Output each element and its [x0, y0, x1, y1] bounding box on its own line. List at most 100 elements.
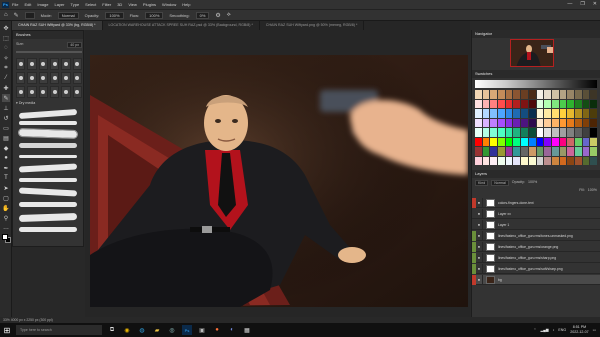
menu-layer[interactable]: Layer — [54, 2, 64, 7]
menu-window[interactable]: Window — [162, 2, 176, 7]
color-swatch[interactable] — [582, 99, 590, 108]
photoshop-taskbar-icon[interactable]: Ps — [182, 325, 192, 335]
edge-icon[interactable]: ◍ — [137, 325, 147, 335]
color-swatch[interactable] — [482, 147, 490, 156]
menu-select[interactable]: Select — [85, 2, 96, 7]
color-swatch[interactable] — [528, 109, 536, 118]
grayscale-swatch-strip[interactable] — [475, 80, 597, 88]
color-swatch[interactable] — [590, 147, 597, 156]
layer-row[interactable]: ● Layer 1 — [472, 219, 600, 230]
brush-stroke-preview-selected[interactable] — [17, 127, 79, 140]
brush-tool-icon[interactable]: ✎ — [14, 12, 19, 19]
brush-folder[interactable]: ▾ Dry media — [16, 101, 35, 105]
brush-tool-icon-active[interactable]: ✎ — [2, 94, 10, 102]
color-swatch[interactable] — [490, 99, 498, 108]
color-swatch[interactable] — [505, 128, 513, 137]
color-swatch[interactable] — [544, 128, 551, 137]
color-swatch[interactable] — [567, 156, 574, 165]
color-swatch[interactable] — [559, 118, 567, 127]
brush-stroke-preview[interactable] — [19, 227, 77, 232]
color-swatch[interactable] — [513, 156, 521, 165]
color-swatch[interactable] — [574, 128, 582, 137]
color-swatch[interactable] — [475, 128, 482, 137]
tab-document-3[interactable]: CHAIN RAZ SUH Wiftyard.png @ 50% (meneg,… — [260, 21, 365, 30]
brush-stroke-preview[interactable] — [19, 143, 77, 148]
brush-preset[interactable] — [38, 86, 48, 98]
brush-preset[interactable] — [61, 86, 71, 98]
color-swatch[interactable] — [582, 137, 590, 146]
shape-tool-icon[interactable]: ▢ — [2, 194, 10, 202]
color-swatch[interactable] — [574, 147, 582, 156]
color-swatch[interactable] — [513, 90, 521, 99]
color-swatch[interactable] — [559, 90, 567, 99]
color-swatch[interactable] — [582, 147, 590, 156]
color-swatch[interactable] — [490, 156, 498, 165]
brush-preset[interactable] — [27, 86, 37, 98]
color-swatch[interactable] — [528, 156, 536, 165]
color-swatch[interactable] — [490, 137, 498, 146]
layer-visibility-eye-icon[interactable]: ● — [476, 197, 483, 208]
color-swatch[interactable] — [551, 147, 559, 156]
menu-type[interactable]: Type — [71, 2, 80, 7]
color-swatch[interactable] — [536, 128, 544, 137]
color-swatch[interactable] — [528, 99, 536, 108]
layer-row[interactable]: ● lines/fastmo_office_gun.rms/sharp.png — [472, 252, 600, 263]
color-swatch[interactable] — [521, 156, 528, 165]
tab-document-2[interactable]: LOCATION WAREHOUSE ATTACK SPREE SUH RAZ.… — [103, 21, 260, 30]
menu-image[interactable]: Image — [37, 2, 48, 7]
color-swatch[interactable] — [521, 137, 528, 146]
color-swatch[interactable] — [475, 137, 482, 146]
color-swatch[interactable] — [490, 118, 498, 127]
gear-icon[interactable]: ⚙ — [215, 12, 220, 19]
layer-visibility-eye-icon[interactable]: ● — [476, 263, 483, 274]
color-swatch[interactable] — [590, 109, 597, 118]
color-swatch[interactable] — [505, 137, 513, 146]
color-swatch[interactable] — [574, 118, 582, 127]
notifications-icon[interactable]: ▭ — [593, 328, 596, 332]
color-swatch[interactable] — [590, 118, 597, 127]
menu-filter[interactable]: Filter — [102, 2, 111, 7]
network-icon[interactable]: ▂▄▆ — [541, 328, 549, 332]
color-swatch[interactable] — [482, 128, 490, 137]
menu-file[interactable]: File — [12, 2, 18, 7]
color-swatch[interactable] — [582, 90, 590, 99]
brush-preset-picker[interactable] — [24, 11, 35, 19]
color-swatch[interactable] — [536, 147, 544, 156]
color-swatch[interactable] — [498, 137, 505, 146]
color-swatch[interactable] — [475, 156, 482, 165]
color-swatch[interactable] — [475, 147, 482, 156]
layer-opacity-field[interactable]: 100% — [528, 180, 537, 186]
color-swatch[interactable] — [551, 99, 559, 108]
color-swatch[interactable] — [567, 109, 574, 118]
color-swatch[interactable] — [513, 109, 521, 118]
color-swatch[interactable] — [513, 99, 521, 108]
path-select-icon[interactable]: ➤ — [2, 184, 10, 192]
brush-preset[interactable] — [38, 72, 48, 84]
artwork-canvas[interactable] — [90, 55, 468, 307]
pen-tool-icon[interactable]: ✒ — [2, 164, 10, 172]
brush-size-slider[interactable] — [16, 51, 82, 53]
color-swatch[interactable] — [505, 109, 513, 118]
task-view-icon[interactable]: ⧉ — [107, 325, 117, 335]
color-swatch[interactable] — [559, 156, 567, 165]
menu-help[interactable]: Help — [182, 2, 190, 7]
layer-fill-field[interactable]: 100% — [588, 188, 597, 192]
steam-icon[interactable]: ◎ — [167, 325, 177, 335]
brush-preset[interactable] — [38, 58, 48, 70]
color-swatch[interactable] — [498, 147, 505, 156]
menu-3d[interactable]: 3D — [117, 2, 122, 7]
brush-size-field[interactable]: 40 px — [67, 42, 82, 48]
magic-wand-tool-icon[interactable]: ✧ — [2, 54, 10, 62]
color-swatch[interactable] — [567, 90, 574, 99]
stamp-tool-icon[interactable]: ⊥ — [2, 104, 10, 112]
color-swatch[interactable] — [498, 109, 505, 118]
color-swatch[interactable] — [513, 137, 521, 146]
color-swatch[interactable] — [475, 99, 482, 108]
mode-select[interactable]: Normal — [57, 11, 79, 19]
color-swatch[interactable] — [490, 109, 498, 118]
color-swatch[interactable] — [590, 137, 597, 146]
color-swatch[interactable] — [559, 128, 567, 137]
brush-stroke-preview[interactable] — [19, 178, 77, 182]
layer-visibility-eye-icon[interactable]: ● — [476, 219, 483, 230]
brush-stroke-preview[interactable] — [19, 121, 77, 125]
